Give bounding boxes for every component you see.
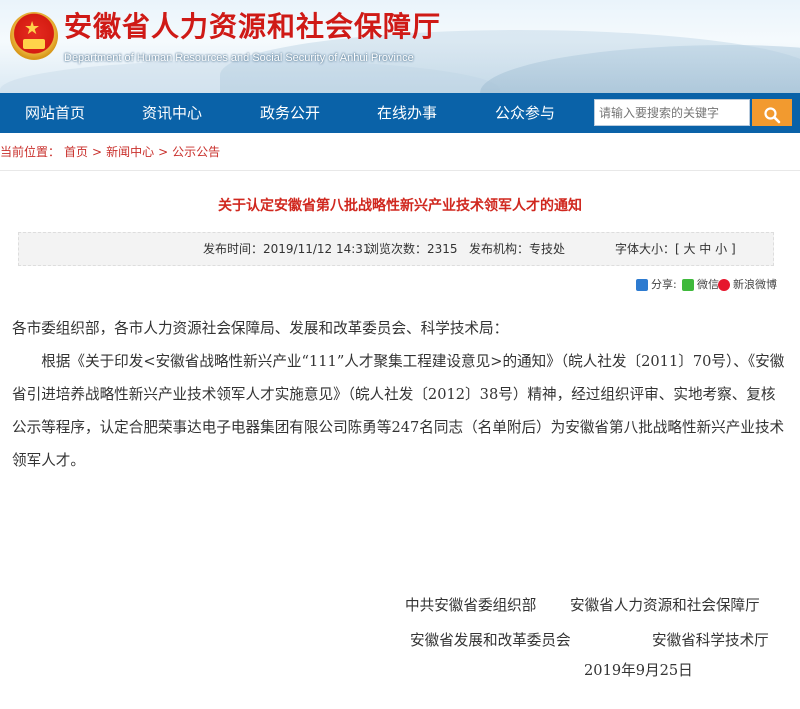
signature-org-development: 安徽省发展和改革委员会 <box>410 632 571 649</box>
article-meta-bar: 发布时间：2019/11/12 14:31 浏览次数：2315 发布机构：专技处… <box>18 232 774 266</box>
site-title[interactable]: 安徽省人力资源和社会保障厅 <box>64 8 441 46</box>
gate-icon <box>23 39 45 49</box>
national-emblem-logo[interactable]: ★ <box>10 12 58 60</box>
weibo-icon <box>718 279 730 291</box>
wechat-icon <box>682 279 694 291</box>
search-input[interactable] <box>594 99 750 126</box>
wechat-label: 微信 <box>697 278 719 291</box>
font-size-control[interactable]: 字体大小：[ 大 中 小 ] <box>615 233 736 265</box>
weibo-share-button[interactable]: 新浪微博 <box>718 277 777 293</box>
breadcrumb-separator: > <box>92 145 103 159</box>
nav-item-news[interactable]: 资讯中心 <box>117 93 227 133</box>
nav-item-public-participation[interactable]: 公众参与 <box>470 93 580 133</box>
article-salutation: 各市委组织部，各市人力资源社会保障局、发展和改革委员会、科学技术局： <box>12 320 509 337</box>
search-icon <box>764 106 781 123</box>
breadcrumb-home-link[interactable]: 首页 <box>64 145 88 159</box>
breadcrumb: 当前位置： 首页 > 新闻中心 > 公示公告 <box>0 142 800 162</box>
search-button[interactable] <box>752 99 792 126</box>
signature-date: 2019年9月25日 <box>584 662 693 679</box>
breadcrumb-prefix: 当前位置： <box>0 145 61 159</box>
signature-org-hr: 安徽省人力资源和社会保障厅 <box>570 597 760 614</box>
nav-item-gov-affairs[interactable]: 政务公开 <box>235 93 345 133</box>
breadcrumb-news-link[interactable]: 新闻中心 <box>106 145 154 159</box>
weibo-label: 新浪微博 <box>733 278 777 291</box>
star-icon: ★ <box>24 18 41 39</box>
signature-org-department: 中共安徽省委组织部 <box>405 597 537 614</box>
site-header: ★ 安徽省人力资源和社会保障厅 Department of Human Reso… <box>0 0 800 93</box>
share-button[interactable]: 分享: <box>636 277 677 293</box>
wechat-share-button[interactable]: 微信 <box>682 277 719 293</box>
share-label: 分享: <box>651 278 677 291</box>
view-count: 浏览次数：2315 <box>367 242 458 256</box>
share-icon <box>636 279 648 291</box>
signature-org-science: 安徽省科学技术厅 <box>652 632 769 649</box>
breadcrumb-separator: > <box>158 145 169 159</box>
site-subtitle: Department of Human Resources and Social… <box>64 52 414 64</box>
article-paragraph: 根据《关于印发<安徽省战略性新兴产业“111”人才聚集工程建设意见>的通知》（皖… <box>12 353 785 469</box>
article-body: 各市委组织部，各市人力资源社会保障局、发展和改革委员会、科学技术局： 根据《关于… <box>12 312 787 477</box>
article-title: 关于认定安徽省第八批战略性新兴产业技术领军人才的通知 <box>218 198 582 214</box>
divider <box>0 170 800 171</box>
nav-item-home[interactable]: 网站首页 <box>0 93 110 133</box>
publish-org: 发布机构：专技处 <box>469 242 566 256</box>
publish-time: 发布时间：2019/11/12 14:31 <box>203 242 371 256</box>
breadcrumb-notice-link[interactable]: 公示公告 <box>172 145 220 159</box>
nav-item-online-service[interactable]: 在线办事 <box>352 93 462 133</box>
